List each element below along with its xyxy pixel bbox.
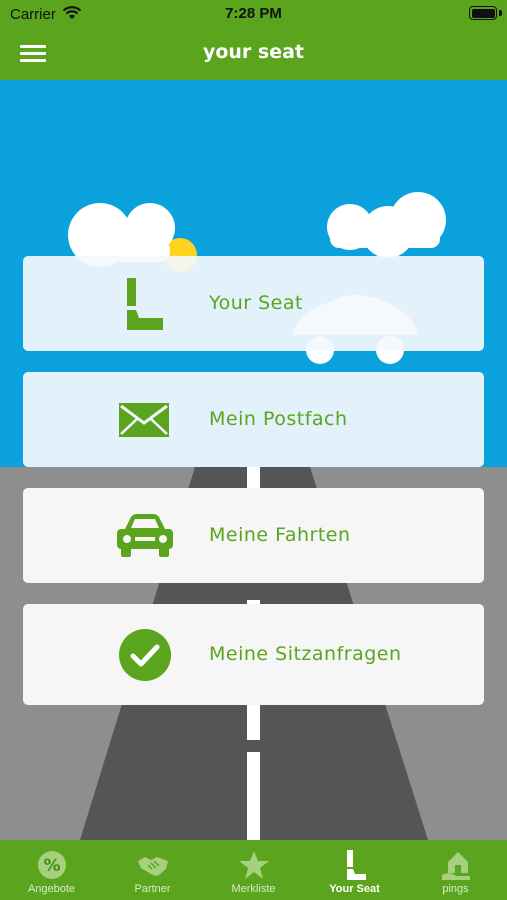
checkmark-circle-icon	[119, 629, 171, 681]
battery-tip	[499, 10, 502, 16]
car-icon	[117, 514, 173, 557]
menu-card-label: Meine Sitzanfragen	[209, 643, 402, 665]
page-title: your seat	[202, 41, 305, 63]
envelope-icon	[119, 403, 169, 437]
menu-card-meine-sitzanfragen[interactable]: Meine Sitzanfragen	[23, 604, 484, 705]
tab-your-seat[interactable]: Your Seat	[304, 840, 405, 900]
seat-icon	[127, 278, 163, 330]
status-time: 7:28 PM	[225, 5, 282, 22]
tab-label: Merkliste	[231, 883, 276, 895]
tab-label: Angebote	[27, 883, 76, 895]
tab-label: Partner	[134, 883, 171, 895]
tab-angebote[interactable]: % Angebote	[1, 840, 102, 900]
star-icon	[239, 851, 269, 879]
tab-partner[interactable]: Partner	[102, 840, 203, 900]
tab-merkliste[interactable]: Merkliste	[203, 840, 304, 900]
percent-badge-icon: %	[38, 851, 66, 879]
tab-label: pings	[442, 883, 469, 895]
menu-card-your-seat[interactable]: Your Seat	[23, 256, 484, 351]
tab-pings[interactable]: pings	[405, 840, 506, 900]
menu-card-mein-postfach[interactable]: Mein Postfach	[23, 372, 484, 467]
nav-bar: your seat	[0, 30, 507, 80]
menu-card-label: Meine Fahrten	[209, 524, 351, 546]
status-bar: Carrier 7:28 PM	[0, 0, 507, 30]
menu-card-meine-fahrten[interactable]: Meine Fahrten	[23, 488, 484, 583]
tab-bar: % Angebote Partner Merkliste Your Seat p…	[0, 840, 507, 900]
menu-card-label: Your Seat	[209, 292, 303, 314]
battery-icon	[469, 6, 497, 20]
cloud-illustration-right	[327, 192, 446, 258]
svg-text:%: %	[43, 856, 60, 876]
handshake-icon	[138, 857, 168, 876]
tab-label: Your Seat	[329, 883, 380, 895]
menu-card-label: Mein Postfach	[209, 408, 348, 430]
house-hand-icon	[442, 852, 470, 880]
seat-icon	[347, 850, 366, 880]
